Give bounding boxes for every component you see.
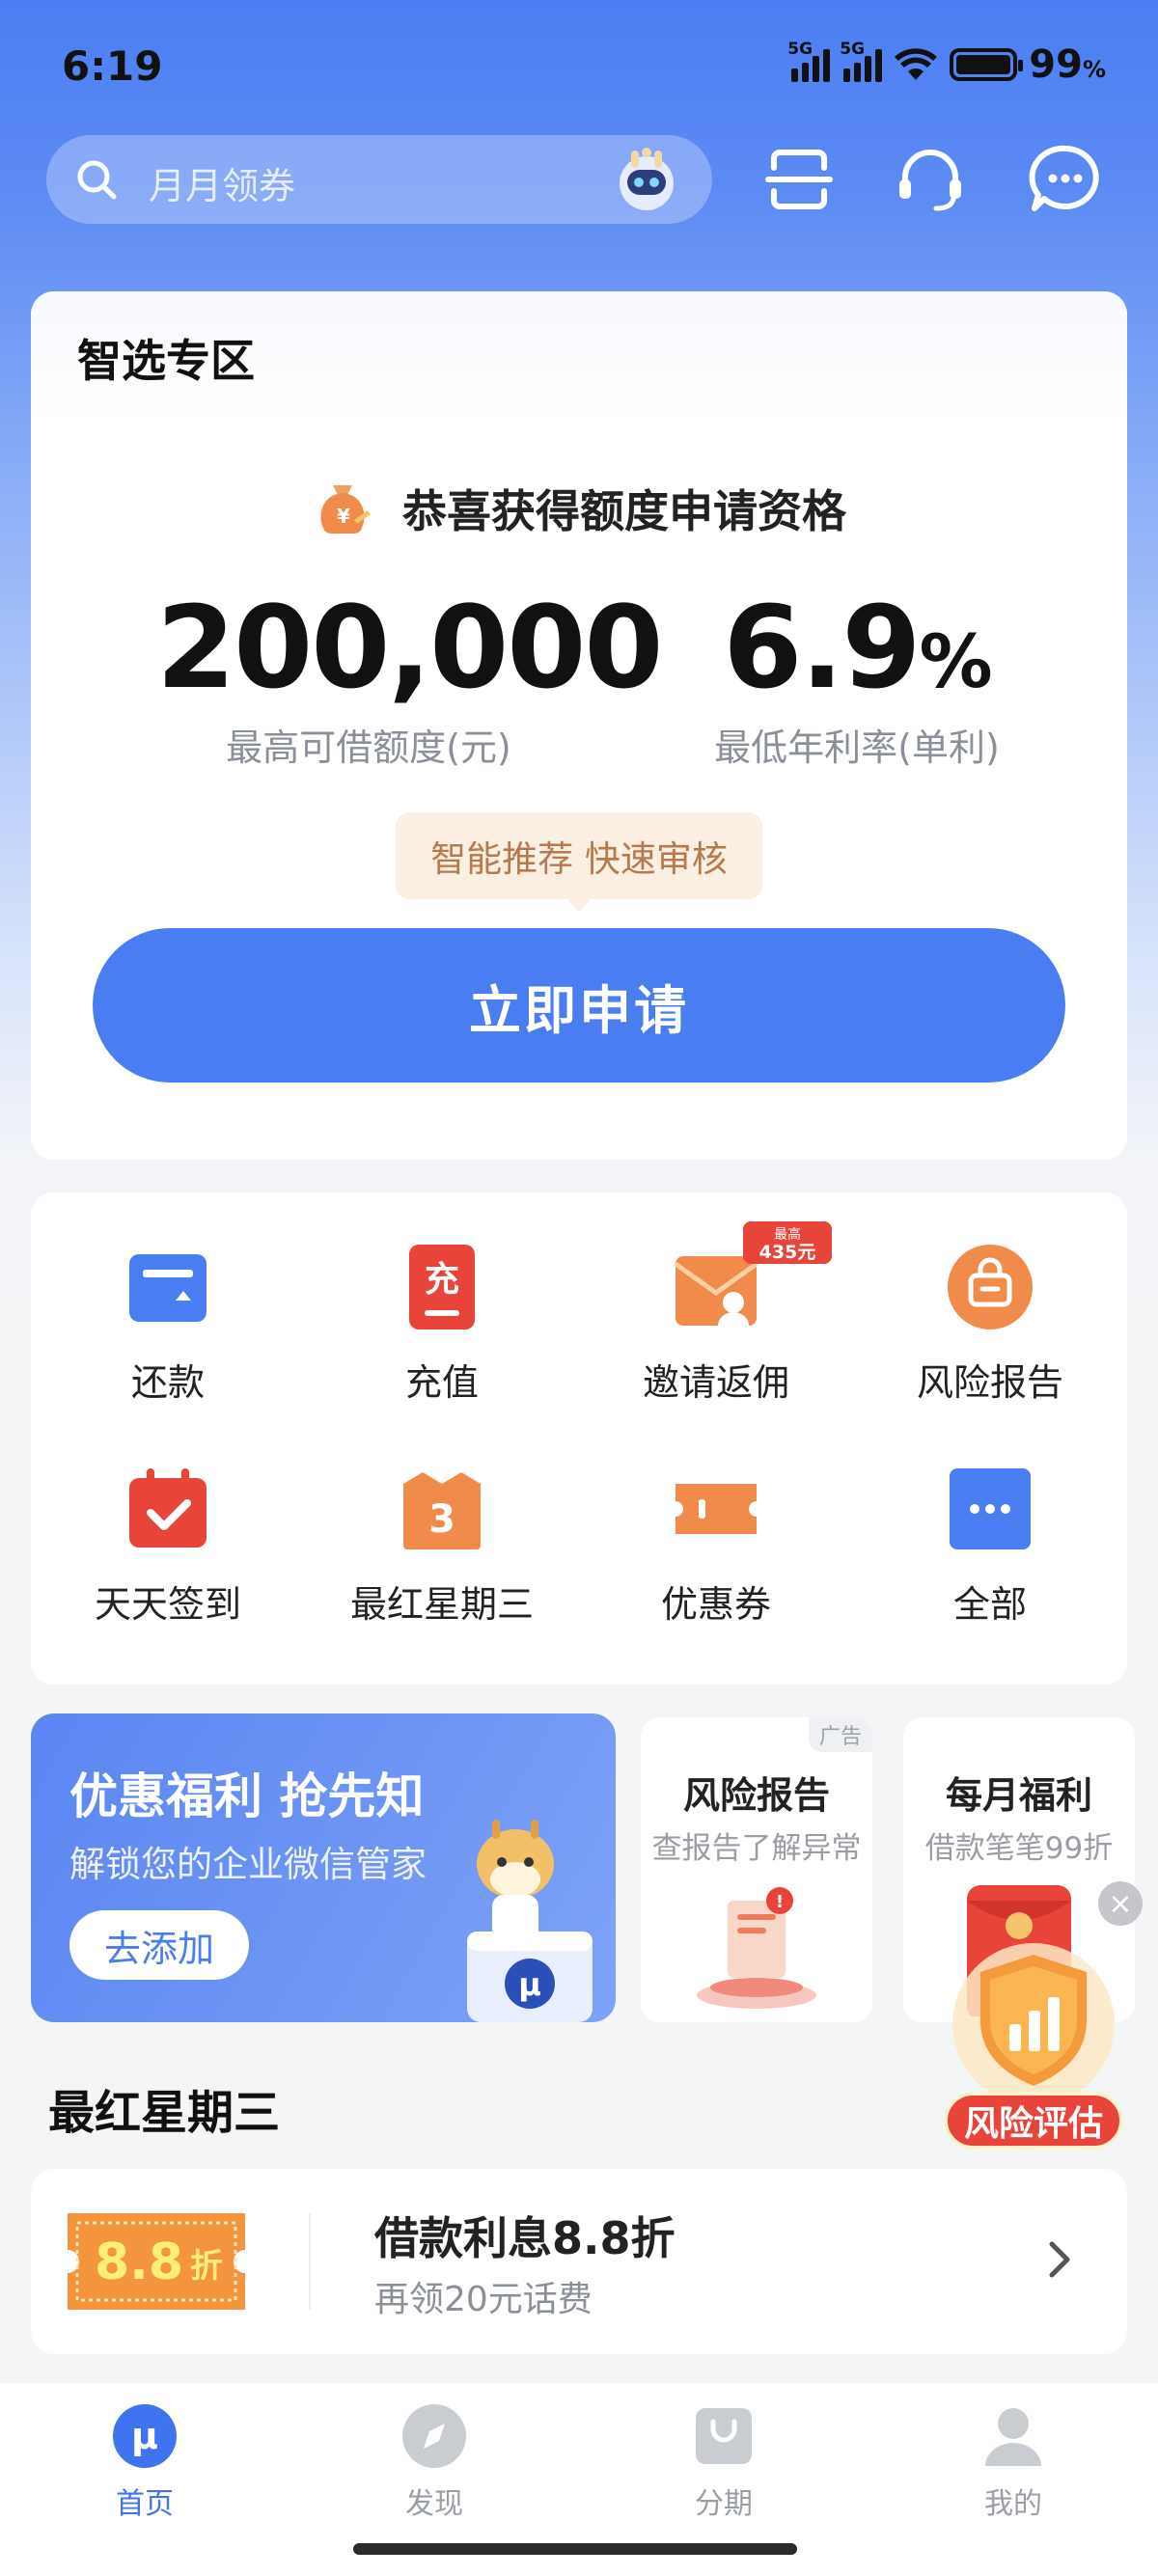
wecom-promo-banner[interactable]: 优惠福利 抢先知 解锁您的企业微信管家 去添加 μ — [31, 1713, 616, 2022]
status-indicators: 5G 5G 99% — [787, 40, 1106, 87]
more-icon — [950, 1468, 1031, 1549]
shopping-bag-icon — [696, 2408, 752, 2464]
grid-item-risk-report[interactable]: 风险报告 — [853, 1243, 1127, 1406]
risk-card-title: 风险报告 — [682, 1774, 830, 1817]
svg-text:8.8: 8.8 — [95, 2233, 183, 2291]
interest-rate-value: 6.9% — [723, 581, 992, 714]
grid-item-all[interactable]: 全部 — [853, 1465, 1127, 1628]
wednesday-icon: 3 — [403, 1472, 481, 1549]
svg-text:435元: 435元 — [759, 1242, 816, 1263]
risk-assessment-label: 风险评估 — [944, 2092, 1123, 2150]
app-screen: 6:19 5G 5G 99% 月月领券 智选专区 ¥ 恭喜获得额度申请资格 20… — [0, 0, 1158, 2576]
grid-item-checkin[interactable]: 天天签到 — [31, 1465, 305, 1628]
benefit-card-title: 每月福利 — [945, 1774, 1092, 1817]
svg-text:μ: μ — [518, 1966, 541, 2003]
risk-report-card[interactable]: 广告 风险报告 查报告了解异常 ! — [641, 1717, 872, 2022]
add-button[interactable]: 去添加 — [69, 1910, 249, 1980]
interest-rate-label: 最低年利率(单利) — [714, 726, 1000, 769]
network-type: 5G — [787, 40, 813, 59]
invite-badge: 最高 435元 — [743, 1221, 832, 1264]
grid-item-invite[interactable]: 最高 435元 邀请返佣 — [579, 1221, 853, 1406]
search-bar[interactable]: 月月领券 — [46, 135, 712, 224]
close-float-button[interactable]: × — [1098, 1881, 1143, 1926]
congrats-text: 恭喜获得额度申请资格 — [402, 485, 846, 537]
banner-subtitle: 解锁您的企业微信管家 — [69, 1844, 427, 1885]
home-mu-icon: μ — [113, 2404, 177, 2468]
tab-home[interactable]: μ 首页 — [0, 2402, 290, 2522]
svg-text:3: 3 — [428, 1497, 455, 1542]
cellular-signal-icon: 5G — [787, 40, 831, 82]
risk-card-subtitle: 查报告了解异常 — [651, 1831, 862, 1866]
compass-icon — [402, 2404, 466, 2468]
recharge-icon: 充 — [409, 1245, 475, 1329]
benefit-card-subtitle: 借款笔笔99折 — [924, 1831, 1114, 1866]
svg-text:¥: ¥ — [337, 505, 350, 528]
grid-item-repay[interactable]: 还款 — [31, 1243, 305, 1406]
grid-item-red-wednesday[interactable]: 3 最红星期三 — [305, 1465, 579, 1628]
user-icon — [985, 2408, 1041, 2466]
recommend-tip: 智能推荐 快速审核 — [396, 812, 762, 913]
svg-text:折: 折 — [190, 2247, 223, 2286]
svg-text:μ: μ — [131, 2415, 158, 2457]
discount-coupon-icon: 8.8 折 — [68, 2213, 245, 2310]
banner-title: 优惠福利 抢先知 — [69, 1768, 425, 1824]
promo-card[interactable]: 8.8 折 借款利息8.8折 再领20元话费 — [31, 2169, 1127, 2354]
chevron-right-icon — [1049, 2241, 1070, 2278]
risk-assessment-float[interactable]: 风险评估 — [942, 1928, 1125, 2150]
apply-now-button[interactable]: 立即申请 — [93, 928, 1065, 1082]
risk-report-icon — [948, 1245, 1033, 1329]
ad-badge: 广告 — [809, 1717, 872, 1752]
message-icon[interactable] — [1027, 141, 1104, 218]
congrats-row: ¥ 恭喜获得额度申请资格 — [31, 477, 1127, 540]
svg-text:充: 充 — [425, 1260, 459, 1300]
search-placeholder: 月月领券 — [149, 165, 296, 207]
shield-chart-icon — [952, 1943, 1115, 2105]
tab-installment[interactable]: 分期 — [579, 2402, 868, 2522]
tab-discover[interactable]: 发现 — [290, 2402, 579, 2522]
home-indicator[interactable] — [353, 2543, 797, 2555]
battery-percent: 99% — [1029, 42, 1106, 87]
coupon-icon — [676, 1484, 757, 1534]
assistant-robot-icon[interactable] — [610, 143, 683, 216]
interest-rate-stat: 6.9% 最低年利率(单利) — [645, 581, 1069, 771]
cellular-signal-icon-2: 5G — [840, 40, 883, 82]
giraffe-mascot-icon: μ — [467, 1820, 593, 2022]
customer-service-icon[interactable] — [892, 141, 969, 218]
status-time: 6:19 — [62, 42, 163, 90]
wifi-icon — [895, 48, 938, 80]
checkin-icon — [129, 1468, 207, 1548]
scan-icon[interactable] — [760, 141, 838, 218]
grid-item-coupon[interactable]: 优惠券 — [579, 1465, 853, 1628]
grid-item-recharge[interactable]: 充 充值 — [305, 1243, 579, 1406]
report-illustration-icon: ! — [697, 1887, 816, 2009]
tab-mine[interactable]: 我的 — [868, 2402, 1158, 2522]
money-bag-icon: ¥ — [320, 485, 371, 534]
search-icon — [77, 160, 117, 200]
card-title: 智选专区 — [77, 335, 255, 387]
svg-text:!: ! — [776, 1892, 784, 1912]
promo-subtitle: 再领20元话费 — [374, 2280, 593, 2319]
section-title: 最红星期三 — [48, 2086, 281, 2140]
credit-limit-stat: 200,000 最高可借额度(元) — [156, 581, 663, 771]
promo-title: 借款利息8.8折 — [374, 2212, 676, 2264]
network-type-2: 5G — [840, 40, 866, 59]
quick-entry-grid: 还款 充 充值 最高 435元 邀请返佣 风险报告 天天签到 3 最红星期三 优… — [31, 1192, 1127, 1685]
battery-icon — [950, 48, 1024, 81]
credit-limit-label: 最高可借额度(元) — [226, 726, 511, 769]
repay-icon — [129, 1254, 207, 1322]
credit-limit-value: 200,000 — [156, 581, 663, 714]
smart-selection-card: 智选专区 ¥ 恭喜获得额度申请资格 200,000 最高可借额度(元) 6.9%… — [31, 291, 1127, 1160]
status-bar: 6:19 5G 5G 99% — [0, 0, 1158, 135]
svg-text:最高: 最高 — [774, 1226, 801, 1243]
